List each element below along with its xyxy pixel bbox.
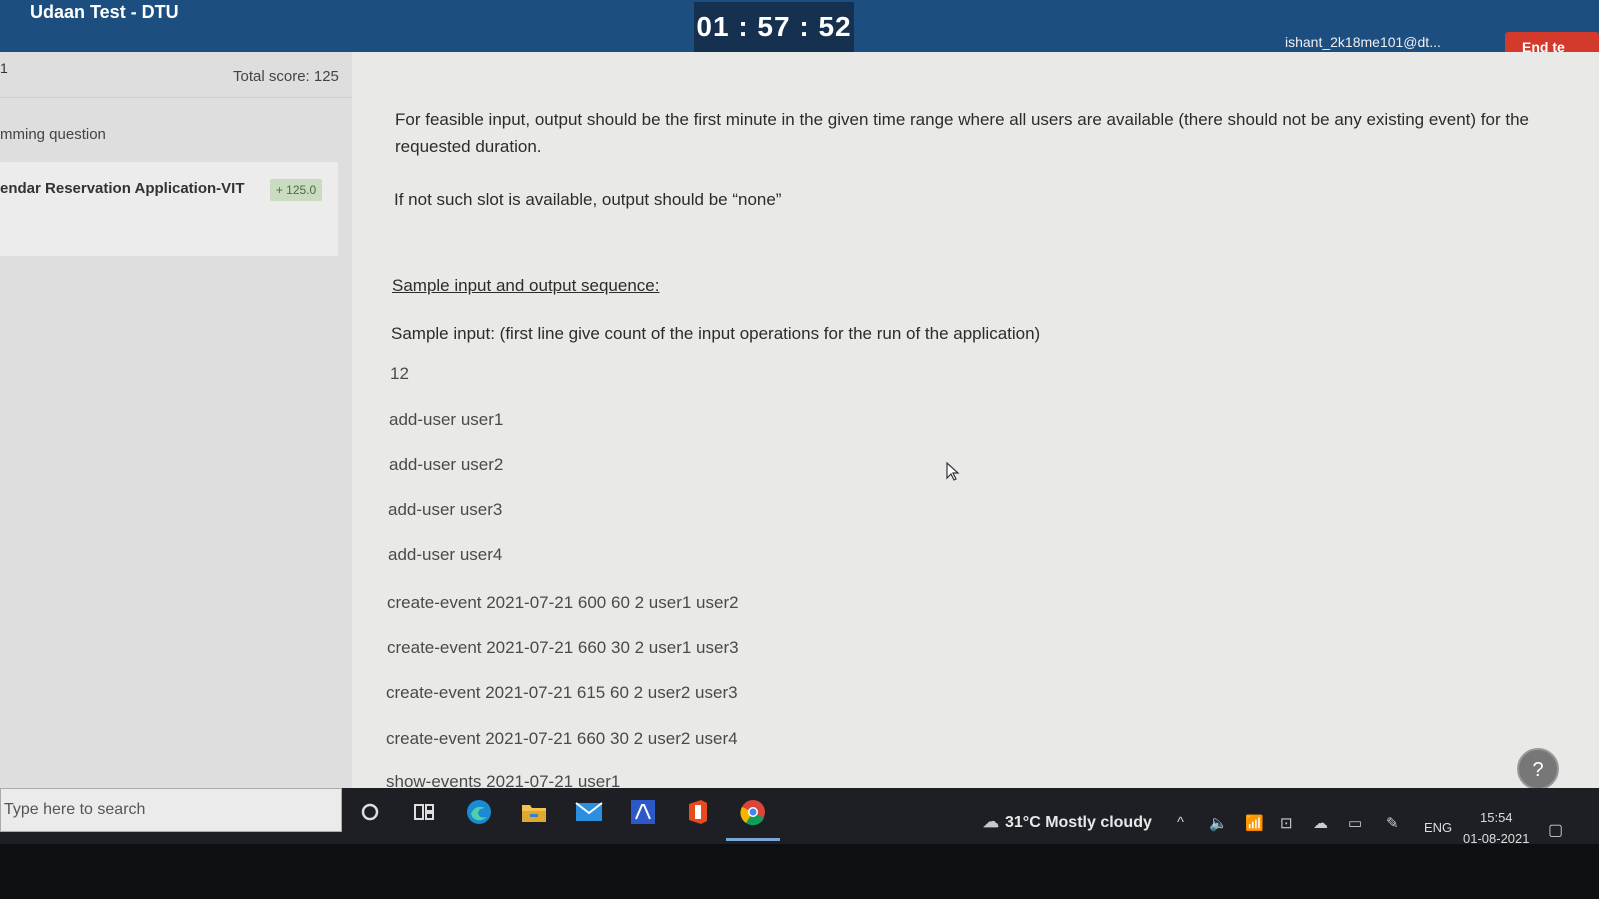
cloud-icon: ☁ [983, 814, 999, 831]
code-line: add-user user2 [389, 455, 504, 474]
code-line: add-user user1 [389, 410, 504, 429]
file-explorer-icon[interactable] [520, 798, 548, 826]
language-indicator[interactable]: ENG [1424, 820, 1452, 835]
editor-icon[interactable] [629, 798, 657, 826]
description-paragraph: For feasible input, output should be the… [395, 110, 1529, 156]
question-sidebar: 1 Total score: 125 mming question endar … [0, 52, 352, 788]
code-line: create-event 2021-07-21 660 30 2 user1 u… [387, 638, 739, 657]
task-view-icon[interactable] [410, 798, 438, 826]
notification-icon[interactable]: ▢ [1548, 820, 1563, 840]
question-list-item[interactable]: endar Reservation Application-VIT + 125.… [0, 162, 338, 256]
weather-text: 31°C Mostly cloudy [1005, 814, 1152, 831]
score-badge: + 125.0 [270, 179, 322, 201]
sample-description: Sample input: (first line give count of … [391, 324, 1041, 343]
question-content: For feasible input, output should be the… [352, 52, 1599, 800]
cortana-icon[interactable] [356, 798, 384, 826]
question-title: endar Reservation Application-VIT [0, 180, 245, 197]
sidebar-header: 1 Total score: 125 [0, 52, 352, 98]
description-paragraph: If not such slot is available, output sh… [394, 190, 782, 209]
search-input[interactable] [1, 789, 341, 831]
top-header: Udaan Test - DTU 01 : 57 : 52 ishant_2k1… [0, 0, 1599, 62]
wifi-icon[interactable]: 📶 [1245, 814, 1264, 832]
clock-time[interactable]: 15:54 [1480, 810, 1513, 825]
battery-icon[interactable]: ▭ [1348, 814, 1362, 832]
mail-icon[interactable] [575, 798, 603, 826]
windows-taskbar: ☁ 31°C Mostly cloudy ^ 🔈 📶 ⊡ ☁ ▭ ✎ ENG 15… [0, 788, 1599, 846]
total-score: Total score: 125 [233, 68, 339, 85]
section-number: 1 [0, 60, 8, 76]
chrome-icon[interactable] [739, 798, 767, 826]
mouse-cursor-icon [946, 462, 960, 481]
user-email: ishant_2k18me101@dt... [1285, 34, 1441, 50]
pen-icon[interactable]: ✎ [1386, 814, 1399, 832]
code-line: create-event 2021-07-21 615 60 2 user2 u… [386, 683, 738, 702]
meet-icon[interactable]: ⊡ [1280, 814, 1293, 832]
speaker-icon[interactable]: 🔈 [1209, 814, 1228, 832]
app-title: Udaan Test - DTU [30, 2, 179, 22]
onedrive-icon[interactable]: ☁ [1313, 814, 1328, 832]
code-line: 12 [390, 364, 409, 383]
taskbar-search[interactable] [0, 788, 342, 832]
help-button[interactable]: ? [1517, 748, 1559, 790]
code-line: add-user user3 [388, 500, 503, 519]
edge-icon[interactable] [465, 798, 493, 826]
code-line: create-event 2021-07-21 660 30 2 user2 u… [386, 729, 738, 748]
chevron-up-icon[interactable]: ^ [1177, 814, 1184, 831]
office-icon[interactable] [684, 798, 712, 826]
active-app-indicator [726, 838, 780, 841]
sample-heading: Sample input and output sequence: [392, 276, 660, 295]
code-line: create-event 2021-07-21 600 60 2 user1 u… [387, 593, 739, 612]
weather-widget[interactable]: ☁ 31°C Mostly cloudy [983, 812, 1152, 832]
code-line: add-user user4 [388, 545, 503, 564]
question-type-label: mming question [0, 126, 106, 143]
screen-bezel [0, 844, 1599, 899]
countdown-timer: 01 : 57 : 52 [694, 2, 854, 52]
